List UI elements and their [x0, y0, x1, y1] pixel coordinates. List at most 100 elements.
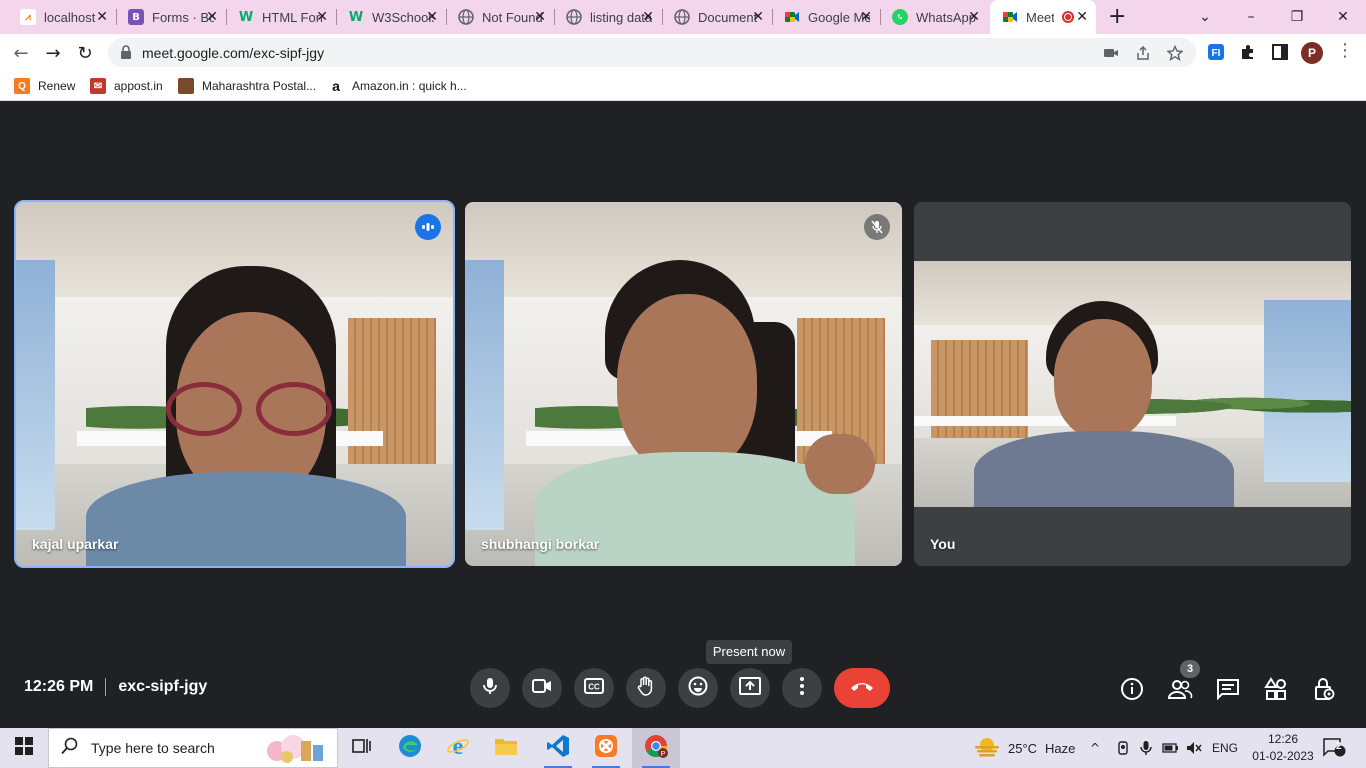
forward-icon[interactable]: →: [40, 40, 66, 66]
close-tab-icon[interactable]: ✕: [96, 9, 108, 25]
profile-avatar[interactable]: P: [1301, 42, 1323, 64]
share-icon[interactable]: [1135, 45, 1151, 61]
tab-w3schools[interactable]: W W3Schools ✕: [336, 0, 447, 34]
bookmark-renew[interactable]: Q Renew: [14, 77, 75, 95]
taskbar-vscode[interactable]: [534, 728, 582, 768]
close-tab-icon[interactable]: ✕: [1076, 9, 1088, 25]
participant-video: [465, 202, 902, 566]
xampp-icon: [594, 734, 618, 763]
tab-listing-data[interactable]: listing data ✕: [554, 0, 663, 34]
chat-icon[interactable]: [1215, 676, 1241, 702]
tab-document[interactable]: Document ✕: [662, 0, 773, 34]
weather-widget[interactable]: 25°C Haze: [974, 728, 1075, 768]
clock-date: 01-02-2023: [1252, 749, 1314, 763]
tab-html-forms[interactable]: W HTML Forms ✕: [226, 0, 337, 34]
reactions-button[interactable]: [678, 668, 718, 708]
participant-tile-kajal[interactable]: kajal uparkar: [14, 200, 455, 568]
lock-icon[interactable]: [120, 45, 132, 64]
folder-icon: [494, 736, 518, 761]
present-now-button[interactable]: [730, 668, 770, 708]
reload-icon[interactable]: ↻: [72, 40, 98, 66]
extensions-puzzle-icon[interactable]: [1239, 43, 1257, 61]
more-vert-icon: [800, 676, 804, 700]
search-placeholder: Type here to search: [91, 740, 215, 756]
activities-icon[interactable]: [1263, 676, 1289, 702]
internet-explorer-icon: e: [446, 734, 470, 763]
back-icon[interactable]: ←: [8, 40, 34, 66]
w3schools-favicon-icon: W: [238, 9, 254, 25]
close-tab-icon[interactable]: ✕: [426, 9, 438, 25]
tab-meet-active[interactable]: Meet ✕: [990, 0, 1096, 34]
tab-search-chevron-icon[interactable]: ⌄: [1182, 0, 1228, 34]
close-tab-icon[interactable]: ✕: [968, 9, 980, 25]
weather-temperature: 25°C: [1008, 740, 1038, 756]
chrome-menu-icon[interactable]: ⋮: [1336, 40, 1354, 61]
camera-button[interactable]: [522, 668, 562, 708]
taskbar-xampp[interactable]: [582, 728, 630, 768]
host-controls-icon[interactable]: [1311, 676, 1337, 702]
input-language[interactable]: ENG: [1212, 728, 1238, 768]
taskbar-chrome[interactable]: P: [632, 728, 680, 768]
notifications-button[interactable]: 2: [1322, 728, 1346, 768]
svg-text:FI: FI: [1212, 48, 1221, 59]
microphone-tray-icon[interactable]: [1140, 728, 1152, 768]
captions-button[interactable]: CC: [574, 668, 614, 708]
taskbar-clock[interactable]: 12:26 01-02-2023: [1252, 731, 1314, 765]
raise-hand-button[interactable]: [626, 668, 666, 708]
camera-in-use-icon[interactable]: [1103, 45, 1119, 61]
meeting-details-icon[interactable]: [1119, 676, 1145, 702]
side-panel-icon[interactable]: [1271, 43, 1289, 61]
postal-favicon-icon: [178, 78, 194, 94]
show-hidden-icons[interactable]: ^: [1090, 728, 1100, 768]
close-tab-icon[interactable]: ✕: [206, 9, 218, 25]
meeting-info: 12:26 PM exc-sipf-jgy: [24, 678, 207, 696]
fi-extension-icon[interactable]: FI: [1207, 43, 1225, 61]
svg-text:P: P: [661, 751, 666, 758]
participant-name: You: [930, 536, 956, 552]
microphone-button[interactable]: [470, 668, 510, 708]
participant-tile-shubhangi[interactable]: shubhangi borkar: [465, 202, 902, 566]
tab-localhost[interactable]: ⩘ localhost ✕: [8, 0, 117, 34]
close-window-icon[interactable]: ✕: [1320, 0, 1366, 34]
address-bar[interactable]: meet.google.com/exc-sipf-jgy: [108, 38, 1196, 67]
participant-tile-you[interactable]: You: [914, 202, 1351, 566]
bookmark-amazon[interactable]: a Amazon.in : quick h...: [328, 77, 467, 95]
globe-favicon-icon: [458, 9, 474, 25]
close-tab-icon[interactable]: ✕: [752, 9, 764, 25]
new-tab-icon[interactable]: +: [1108, 4, 1126, 29]
close-tab-icon[interactable]: ✕: [534, 9, 546, 25]
minimize-icon[interactable]: –: [1228, 0, 1274, 34]
tab-whatsapp[interactable]: WhatsApp ✕: [880, 0, 988, 34]
taskbar-file-explorer[interactable]: [482, 728, 530, 768]
tab-forms-bootstrap[interactable]: B Forms · Bootstrap ✕: [116, 0, 227, 34]
chrome-icon: P: [643, 733, 669, 764]
restore-icon[interactable]: ❐: [1274, 0, 1320, 34]
taskbar-edge[interactable]: [386, 728, 434, 768]
tab-not-found[interactable]: Not Found ✕: [446, 0, 555, 34]
more-options-button[interactable]: [782, 668, 822, 708]
close-tab-icon[interactable]: ✕: [860, 9, 872, 25]
bookmark-label: Renew: [38, 79, 76, 93]
taskbar-internet-explorer[interactable]: e: [434, 728, 482, 768]
close-tab-icon[interactable]: ✕: [316, 9, 328, 25]
recording-indicator-icon: [1062, 11, 1074, 23]
leave-call-button[interactable]: [834, 668, 890, 708]
task-view-button[interactable]: [338, 728, 386, 768]
browser-tab-strip: ⩘ localhost ✕ B Forms · Bootstrap ✕ W HT…: [0, 0, 1366, 34]
meet-favicon-icon: [1002, 9, 1018, 25]
people-icon[interactable]: [1167, 676, 1193, 702]
amazon-favicon-icon: a: [328, 78, 344, 94]
battery-icon[interactable]: [1162, 728, 1180, 768]
bookmark-appost[interactable]: ✉ appost.in: [90, 77, 163, 95]
browser-toolbar: ← → ↻ meet.google.com/exc-sipf-jgy FI P …: [0, 34, 1366, 71]
start-button[interactable]: [0, 728, 48, 768]
bookmark-maharashtra-postal[interactable]: Maharashtra Postal...: [178, 77, 316, 95]
volume-muted-icon[interactable]: [1186, 728, 1202, 768]
close-tab-icon[interactable]: ✕: [642, 9, 654, 25]
participant-name: shubhangi borkar: [481, 536, 600, 552]
taskbar-search-box[interactable]: Type here to search: [48, 728, 338, 768]
tab-google-meet[interactable]: Google Meet ✕: [772, 0, 881, 34]
bookmark-star-icon[interactable]: [1166, 44, 1184, 61]
camera-tray-icon[interactable]: [1116, 728, 1130, 768]
bookmark-label: appost.in: [114, 79, 163, 93]
